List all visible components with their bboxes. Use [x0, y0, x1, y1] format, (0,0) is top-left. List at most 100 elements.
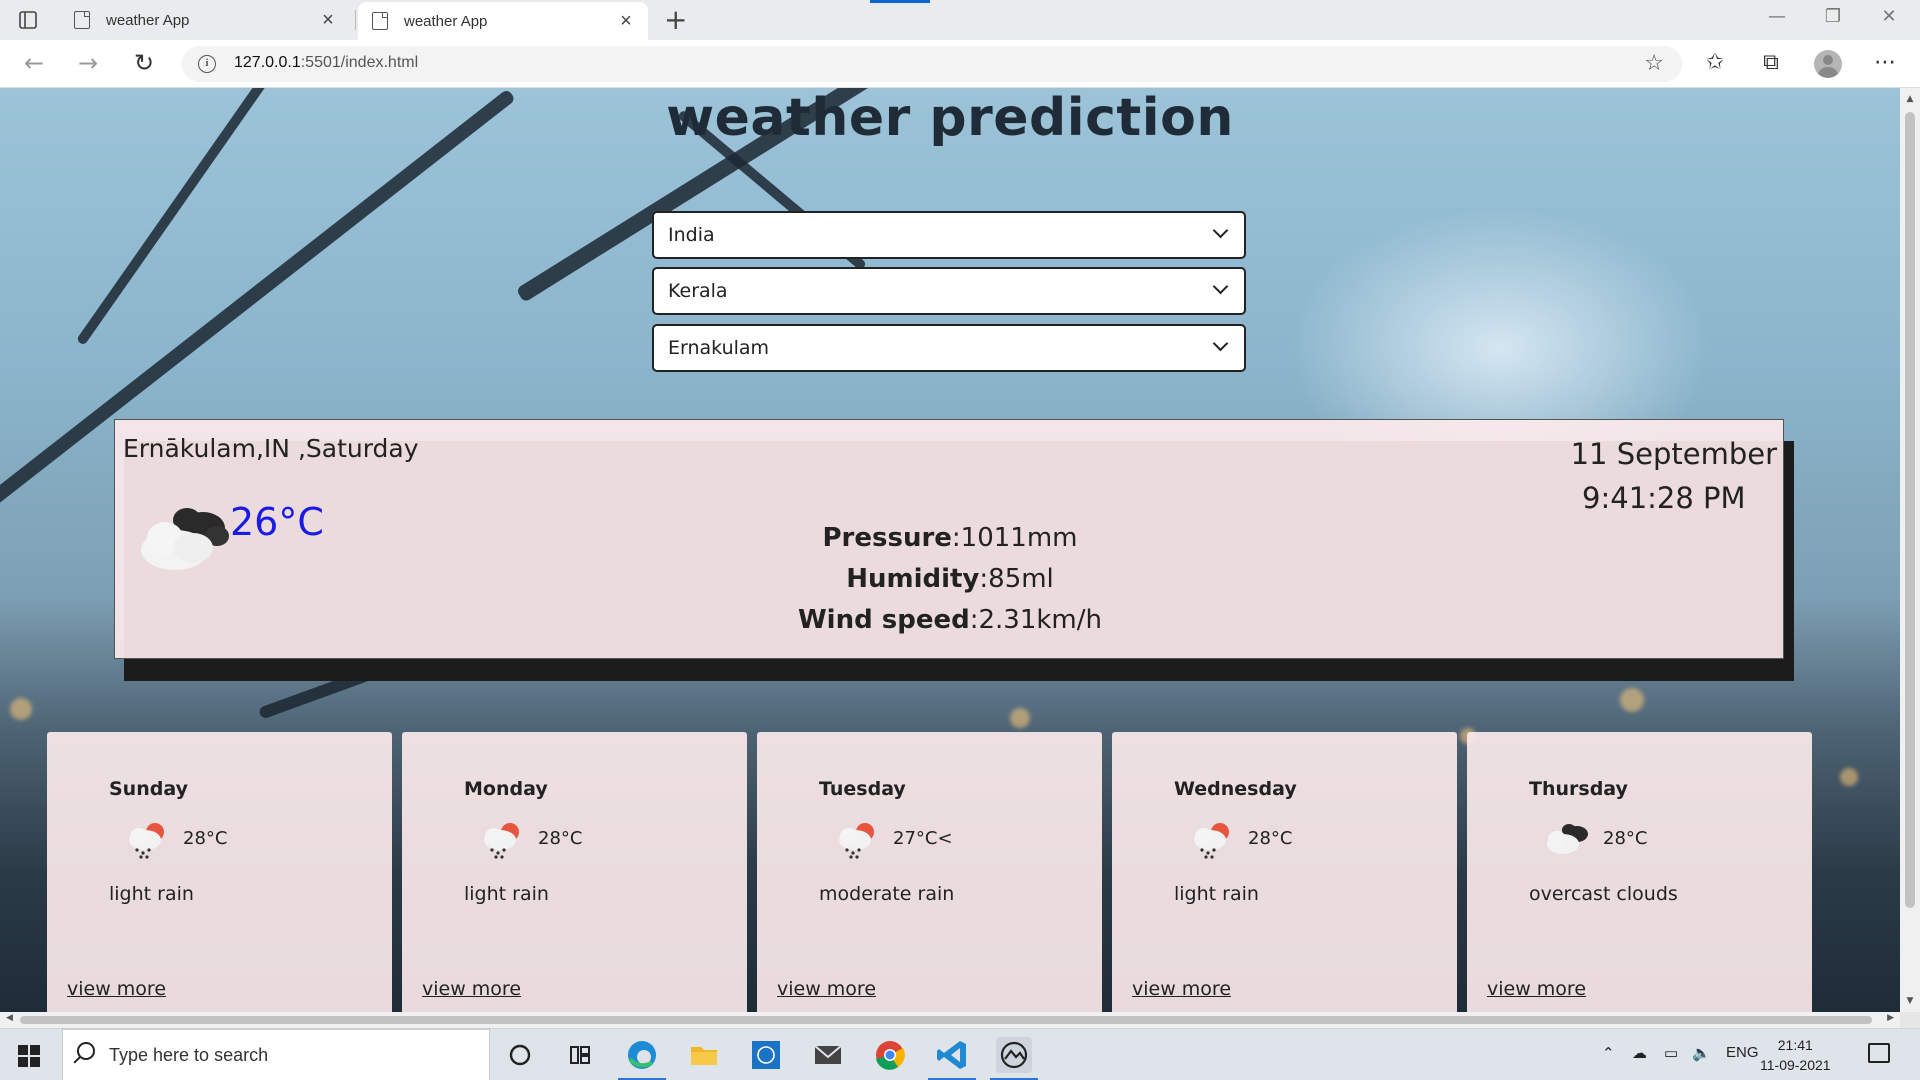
taskbar-search-box[interactable]: Type here to search [62, 1029, 490, 1080]
scrollbar-thumb[interactable] [1905, 112, 1915, 908]
tab-actions-icon[interactable] [14, 8, 48, 32]
search-icon [77, 1042, 95, 1060]
state-select[interactable]: Kerala [652, 267, 1246, 315]
location-label: Ernākulam,IN ,Saturday [123, 434, 419, 463]
address-toolbar: ← → ↻ i 127.0.0.1:5501/index.html ☆ ✩ ⧉ … [0, 40, 1920, 88]
page-icon [372, 12, 388, 30]
edge-browser-icon[interactable] [618, 1037, 666, 1080]
forecast-description: overcast clouds [1529, 883, 1678, 905]
light-rain-icon [129, 823, 164, 859]
forecast-card: Wednesday 28°C light rain view more [1112, 732, 1457, 1012]
close-icon[interactable]: × [616, 11, 636, 31]
scrollbar-corner [1900, 1012, 1920, 1028]
window-close-icon[interactable]: ✕ [1864, 6, 1914, 27]
browser-tabbar: weather App × weather App × + — ❐ ✕ [0, 0, 1920, 40]
restore-icon[interactable]: ❐ [1808, 6, 1858, 27]
weather-stats: Pressure:1011mm Humidity:85ml Wind speed… [115, 518, 1785, 641]
minimize-icon[interactable]: — [1752, 6, 1802, 27]
close-icon[interactable]: × [318, 10, 338, 30]
clock-date: 11-09-2021 [1760, 1057, 1831, 1073]
horizontal-scrollbar[interactable]: ◀ ▶ [0, 1012, 1900, 1028]
favorites-icon[interactable]: ✩ [1700, 50, 1730, 75]
forward-icon[interactable]: → [72, 48, 104, 80]
windows-start-icon[interactable] [18, 1045, 40, 1067]
chevron-up-icon[interactable]: ⌃ [1602, 1044, 1615, 1062]
country-select[interactable]: India [652, 211, 1246, 259]
chrome-icon[interactable] [872, 1037, 908, 1073]
forecast-day: Thursday [1529, 778, 1628, 800]
view-more-link[interactable]: view more [777, 978, 876, 1000]
forecast-card: Monday 28°C light rain view more [402, 732, 747, 1012]
forecast-day: Wednesday [1174, 778, 1297, 800]
forecast-temp: 28°C [1248, 828, 1293, 849]
forecast-day: Tuesday [819, 778, 906, 800]
forecast-temp: 28°C [1603, 828, 1648, 849]
scroll-up-icon[interactable]: ▲ [1900, 94, 1920, 104]
page-viewport: weather prediction India Kerala Ernakula… [0, 88, 1900, 1012]
view-more-link[interactable]: view more [1132, 978, 1231, 1000]
page-title: weather prediction [666, 88, 1234, 148]
wind-speed-label: Wind speed [797, 605, 970, 635]
battery-icon[interactable]: ▭ [1664, 1044, 1678, 1062]
forecast-description: light rain [109, 883, 194, 905]
file-explorer-icon[interactable] [686, 1037, 722, 1073]
state-select-value: Kerala [668, 280, 728, 302]
wind-speed-value: :2.31km/h [969, 605, 1102, 635]
url-host: 127.0.0.1 [234, 54, 301, 71]
more-menu-icon[interactable]: ⋯ [1870, 50, 1900, 75]
mail-icon[interactable] [810, 1037, 846, 1073]
dell-app-icon[interactable] [748, 1037, 784, 1073]
cortana-icon[interactable] [502, 1037, 538, 1073]
view-more-link[interactable]: view more [67, 978, 166, 1000]
scrollbar-thumb[interactable] [20, 1016, 1872, 1024]
info-icon[interactable]: i [198, 55, 216, 73]
vertical-scrollbar[interactable]: ▲ ▼ [1900, 88, 1920, 1012]
vscode-icon[interactable] [928, 1037, 976, 1080]
browser-tab[interactable]: weather App × [60, 0, 350, 40]
new-tab-icon[interactable]: + [664, 4, 687, 36]
forecast-day: Sunday [109, 778, 188, 800]
taskbar-clock[interactable]: 21:41 11-09-2021 [1760, 1035, 1831, 1075]
forecast-description: light rain [1174, 883, 1259, 905]
add-favorite-icon[interactable]: ☆ [1644, 51, 1664, 76]
onedrive-icon[interactable]: ☁ [1632, 1044, 1647, 1062]
task-view-icon[interactable] [562, 1037, 598, 1073]
scroll-left-icon[interactable]: ◀ [6, 1013, 13, 1023]
address-bar[interactable]: i 127.0.0.1:5501/index.html ☆ [182, 46, 1682, 82]
volume-icon[interactable]: 🔈 [1692, 1044, 1711, 1062]
scroll-down-icon[interactable]: ▼ [1900, 996, 1920, 1006]
profile-avatar[interactable] [1814, 50, 1842, 78]
forecast-temp: 28°C [538, 828, 583, 849]
forecast-card: Sunday 28°C light rain view more [47, 732, 392, 1012]
notification-icon[interactable] [1868, 1043, 1890, 1063]
country-select-value: India [668, 224, 715, 246]
view-more-link[interactable]: view more [422, 978, 521, 1000]
chevron-down-icon [1212, 222, 1229, 239]
page-icon [74, 11, 90, 29]
back-icon[interactable]: ← [18, 48, 50, 80]
chevron-down-icon [1212, 278, 1229, 295]
clock-time: 21:41 [1777, 1037, 1813, 1053]
url-text[interactable]: 127.0.0.1:5501/index.html [234, 54, 418, 72]
humidity-label: Humidity [846, 564, 980, 594]
pressure-label: Pressure [822, 523, 952, 553]
moderate-rain-icon [839, 823, 874, 859]
forecast-temp: 28°C [183, 828, 228, 849]
browser-tab-active[interactable]: weather App × [358, 2, 648, 40]
overcast-clouds-icon [1547, 824, 1588, 854]
tab-divider [355, 10, 356, 30]
date-time: 11 September 9:41:28 PM [1571, 432, 1777, 520]
scroll-right-icon[interactable]: ▶ [1887, 1013, 1894, 1023]
chevron-down-icon [1212, 335, 1229, 352]
language-indicator[interactable]: ENG [1726, 1044, 1759, 1061]
tab-label: weather App [404, 12, 488, 30]
windows-taskbar: Type here to search ⌃ ☁ ▭ 🔈 ENG 21:41 11… [0, 1028, 1920, 1080]
collections-icon[interactable]: ⧉ [1756, 50, 1786, 75]
app-icon[interactable] [990, 1037, 1038, 1080]
view-more-link[interactable]: view more [1487, 978, 1586, 1000]
refresh-icon[interactable]: ↻ [128, 48, 160, 80]
background-bokeh [1840, 768, 1858, 786]
current-time: 9:41:28 PM [1582, 481, 1746, 515]
light-rain-icon [484, 823, 519, 859]
city-select[interactable]: Ernakulam [652, 324, 1246, 372]
